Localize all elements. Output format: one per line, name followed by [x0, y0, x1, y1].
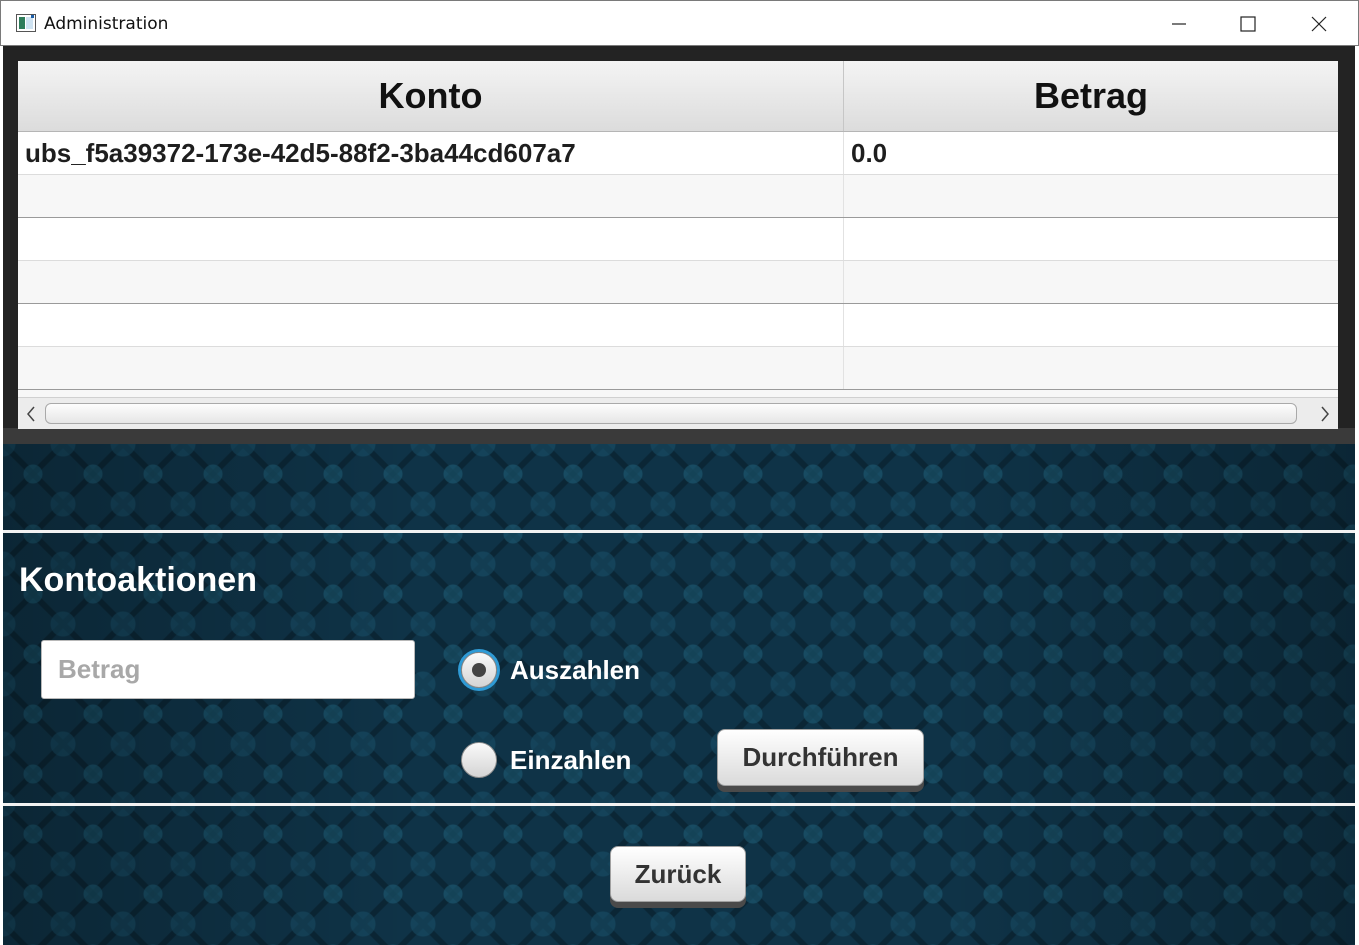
minimize-button[interactable]	[1144, 1, 1214, 46]
table-row[interactable]: ubs_f5a39372-173e-42d5-88f2-3ba44cd607a7…	[18, 132, 1338, 175]
cell-konto: ubs_f5a39372-173e-42d5-88f2-3ba44cd607a7	[18, 132, 844, 174]
radio-einzahlen[interactable]	[461, 742, 497, 778]
horizontal-scrollbar[interactable]	[18, 397, 1338, 429]
back-button[interactable]: Zurück	[610, 846, 746, 902]
app-icon	[16, 14, 36, 32]
empty-cell	[18, 218, 844, 260]
separator	[3, 530, 1355, 533]
radio-auszahlen[interactable]	[461, 652, 497, 688]
close-icon	[1311, 16, 1327, 31]
empty-cell	[844, 218, 1338, 260]
empty-table-row	[18, 175, 1338, 218]
empty-cell	[844, 304, 1338, 346]
section-title: Kontoaktionen	[19, 561, 257, 599]
column-header-konto[interactable]: Konto	[18, 61, 844, 131]
chevron-left-icon	[27, 406, 35, 421]
empty-table-row	[18, 347, 1338, 390]
radio-label-einzahlen[interactable]: Einzahlen	[510, 745, 631, 776]
maximize-button[interactable]	[1213, 1, 1283, 46]
title-bar: Administration	[0, 0, 1359, 46]
accounts-table: Konto Betrag ubs_f5a39372-173e-42d5-88f2…	[18, 61, 1338, 429]
empty-cell	[844, 175, 1338, 217]
table-frame-bottom	[3, 428, 1355, 444]
scroll-right-button[interactable]	[1312, 398, 1338, 429]
minimize-icon	[1172, 22, 1186, 25]
empty-table-row	[18, 304, 1338, 347]
empty-cell	[18, 175, 844, 217]
radio-label-auszahlen[interactable]: Auszahlen	[510, 655, 640, 686]
scrollbar-thumb[interactable]	[45, 403, 1297, 424]
table-header: Konto Betrag	[18, 61, 1338, 132]
radio-selected-dot	[472, 663, 486, 677]
window-title: Administration	[44, 14, 169, 34]
empty-cell	[844, 261, 1338, 303]
separator	[3, 803, 1355, 806]
scroll-left-button[interactable]	[18, 398, 44, 429]
cell-betrag: 0.0	[851, 137, 888, 168]
empty-table-row	[18, 218, 1338, 261]
execute-button[interactable]: Durchführen	[717, 729, 924, 786]
empty-cell	[18, 261, 844, 303]
chevron-right-icon	[1321, 406, 1329, 421]
close-button[interactable]	[1284, 1, 1354, 46]
amount-input[interactable]	[41, 640, 415, 699]
empty-cell	[844, 347, 1338, 389]
empty-cell	[18, 347, 844, 389]
maximize-icon	[1240, 15, 1256, 32]
empty-cell	[18, 304, 844, 346]
empty-table-row	[18, 261, 1338, 304]
column-header-betrag[interactable]: Betrag	[844, 61, 1338, 131]
